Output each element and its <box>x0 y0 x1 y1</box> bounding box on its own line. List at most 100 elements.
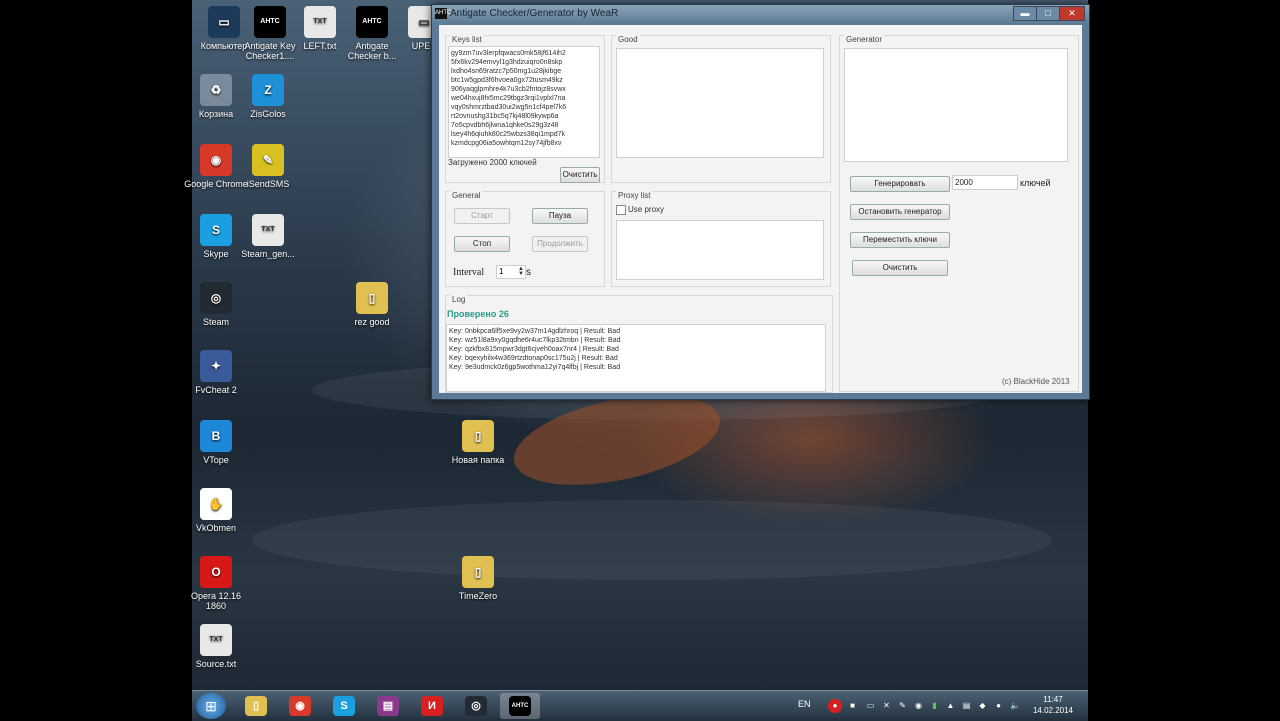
desktop-icon-label: Новая папка <box>451 455 505 465</box>
pause-button[interactable]: Пауза <box>532 208 588 224</box>
desktop-icon-image: B <box>200 420 232 452</box>
desktop-icon[interactable]: ✎ iSendSMS <box>236 144 300 189</box>
tray-shield-icon[interactable]: ◆ <box>978 701 987 710</box>
desktop-icon-label: Steam_gen... <box>241 249 295 259</box>
move-keys-button[interactable]: Переместить ключи <box>850 232 950 248</box>
desktop-icon-image: S <box>200 214 232 246</box>
taskbar-app-steam[interactable]: ◎ <box>456 693 496 719</box>
generator-group-title: Generator <box>844 35 885 44</box>
taskbar-app-explorer[interactable]: ▯ <box>236 693 276 719</box>
desktop-icon[interactable]: ✦ FvCheat 2 <box>184 350 248 395</box>
key-item[interactable]: lsey4h6qiuhk80c25wbzs38qi1mpd7k <box>449 130 599 139</box>
window-title: Antigate Checker/Generator by WeaR <box>450 8 619 19</box>
log-list[interactable]: Key: 0nbkpca6lf5xe9vy2w37m14gdlzhroq | R… <box>446 324 826 392</box>
continue-button[interactable]: Продолжить <box>532 236 588 252</box>
stop-button[interactable]: Стоп <box>454 236 510 252</box>
desktop-icon-image: ▯ <box>462 420 494 452</box>
tray-app-icon[interactable]: ◉ <box>914 701 923 710</box>
desktop-icon[interactable]: Z ZisGolos <box>236 74 300 119</box>
desktop-icon[interactable]: ▯ Новая папка <box>446 420 510 465</box>
log-entry: Key: bqexyhilx4w369rtzdtonap0sc175u2j | … <box>449 355 618 362</box>
desktop-icon-image: ✋ <box>200 488 232 520</box>
stop-generator-button[interactable]: Остановить генератор <box>850 204 950 220</box>
tray-arrow-icon[interactable]: ▲ <box>946 701 955 710</box>
start-button[interactable]: ⊞ <box>196 693 226 719</box>
key-item[interactable]: vqy0shmrztbad30ui2wg5n1cf4pel7k6 <box>449 103 599 112</box>
chrome-icon: ◉ <box>289 696 311 716</box>
desktop-icon-image: ♻ <box>200 74 232 106</box>
good-group: Good <box>611 35 831 183</box>
log-entry: Key: 9e3udmck0z6gp5wothma12yi7q4lfbj | R… <box>449 364 621 371</box>
record-icon[interactable]: ● <box>828 699 842 713</box>
tray-network-icon[interactable]: ▤ <box>962 701 971 710</box>
antigate-window[interactable]: AHTC Antigate Checker/Generator by WeaR … <box>431 4 1090 400</box>
stop-icon[interactable]: ■ <box>848 701 857 710</box>
desktop-icon-label: rez good <box>354 317 390 327</box>
key-item[interactable]: lxdho4sn69ratzc7p50mg1u28jkibge <box>449 67 599 76</box>
key-item[interactable]: 5fx6kv294emvyl1g3hdzuiqro0n8skp <box>449 58 599 67</box>
close-button[interactable]: ✕ <box>1059 6 1085 21</box>
maximize-button[interactable]: □ <box>1036 6 1060 21</box>
taskbar-app-antigate[interactable]: AHTC <box>500 693 540 719</box>
desktop-icon[interactable]: ◎ Steam <box>184 282 248 327</box>
key-count-suffix: ключей <box>1020 178 1051 188</box>
desktop-icon-image: AHTC <box>254 6 286 38</box>
steam-icon: ◎ <box>465 696 487 716</box>
generator-clear-button[interactable]: Очистить <box>852 260 948 276</box>
taskbar-app-app[interactable]: И <box>412 693 452 719</box>
taskbar-app-skype[interactable]: S <box>324 693 364 719</box>
keys-clear-button[interactable]: Очистить <box>560 167 600 183</box>
start-button[interactable]: Старт <box>454 208 510 224</box>
taskbar-app-chrome[interactable]: ◉ <box>280 693 320 719</box>
key-item[interactable]: 906yaqglpmhre4k7u3cb2fntojz8svwx <box>449 85 599 94</box>
interval-label: Interval <box>453 267 485 278</box>
window-titlebar[interactable]: AHTC Antigate Checker/Generator by WeaR … <box>432 5 1089 23</box>
key-item[interactable]: 7o5cpvdbh6jlwna1qhke0s29g3z48 <box>449 121 599 130</box>
tray-pen-icon[interactable]: ✎ <box>898 701 907 710</box>
desktop-icon[interactable]: ▯ rez good <box>340 282 404 327</box>
desktop-icon-label: Source.txt <box>195 659 237 669</box>
tray-green-icon[interactable]: ▮ <box>930 701 939 710</box>
key-item[interactable]: btc1w5gpd3f6hvoea0gx72tusm49kz <box>449 76 599 85</box>
key-item[interactable]: gy9zm7uv3lerpfqwacs0mk58jf614ih2 <box>449 49 599 58</box>
interval-value: 1 <box>499 267 504 276</box>
key-item[interactable]: rt2ovnushg31bc5q7kj48l09kywp6a <box>449 112 599 121</box>
generator-output[interactable] <box>844 48 1068 162</box>
keys-list[interactable]: gy9zm7uv3lerpfqwacs0mk58jf614ih2 5fx6kv29… <box>448 46 600 158</box>
clock[interactable]: 11:47 14.02.2014 <box>1028 694 1078 716</box>
app-icon: AHTC <box>435 8 451 19</box>
desktop-icon-image: TXT <box>252 214 284 246</box>
antigate-icon: AHTC <box>509 696 531 716</box>
minimize-button[interactable]: ▬ <box>1013 6 1037 21</box>
desktop-icon-image: ◎ <box>200 282 232 314</box>
window-client: Keys list gy9zm7uv3lerpfqwacs0mk58jf614i… <box>439 25 1082 393</box>
generate-button[interactable]: Генерировать <box>850 176 950 192</box>
tray-window-icon[interactable]: ▭ <box>866 701 875 710</box>
proxy-list[interactable] <box>616 220 824 280</box>
desktop-icon[interactable]: B VTope <box>184 420 248 465</box>
interval-unit: s <box>526 267 531 278</box>
key-item[interactable]: kzmdcpg06ia5owhtqm12sy74jfb8xv <box>449 139 599 148</box>
key-item[interactable]: we04hxuj8fx5mc29tbgz3rqi1vplxl7na <box>449 94 599 103</box>
good-list[interactable] <box>616 48 824 158</box>
desktop-icon[interactable]: TXT Source.txt <box>184 624 248 669</box>
key-count-input[interactable]: 2000 <box>952 175 1018 190</box>
use-proxy-checkbox[interactable] <box>616 205 626 215</box>
language-indicator[interactable]: EN <box>798 699 811 709</box>
tray-app2-icon[interactable]: ● <box>994 701 1003 710</box>
copyright-label: (c) BlackHide 2013 <box>1002 377 1070 386</box>
desktop-icon-image: ◉ <box>200 144 232 176</box>
spinner-arrows-icon[interactable]: ▲ ▼ <box>518 266 524 277</box>
tray-close-icon[interactable]: ✕ <box>882 701 891 710</box>
desktop-icon-label: FvCheat 2 <box>195 385 237 395</box>
desktop-icon[interactable]: O Opera 12.16 1860 <box>184 556 248 611</box>
taskbar: ⊞ ▯ ◉ S ▤ И ◎ AHTC EN ● ■ ▭ ✕ ✎ ◉ ▮ ▲ ▤ ◆ ● 🔈 … <box>192 690 1088 721</box>
keys-status: Загружено 2000 ключей <box>448 158 537 167</box>
taskbar-app-winrar[interactable]: ▤ <box>368 693 408 719</box>
desktop-icon[interactable]: ✋ VkObmen <box>184 488 248 533</box>
desktop-icon-image: AHTC <box>356 6 388 38</box>
desktop-icon[interactable]: TXT Steam_gen... <box>236 214 300 259</box>
desktop-icon[interactable]: ▯ TimeZero <box>446 556 510 601</box>
volume-icon[interactable]: 🔈 <box>1010 701 1020 710</box>
interval-input[interactable]: 1 ▲ ▼ <box>496 265 526 279</box>
